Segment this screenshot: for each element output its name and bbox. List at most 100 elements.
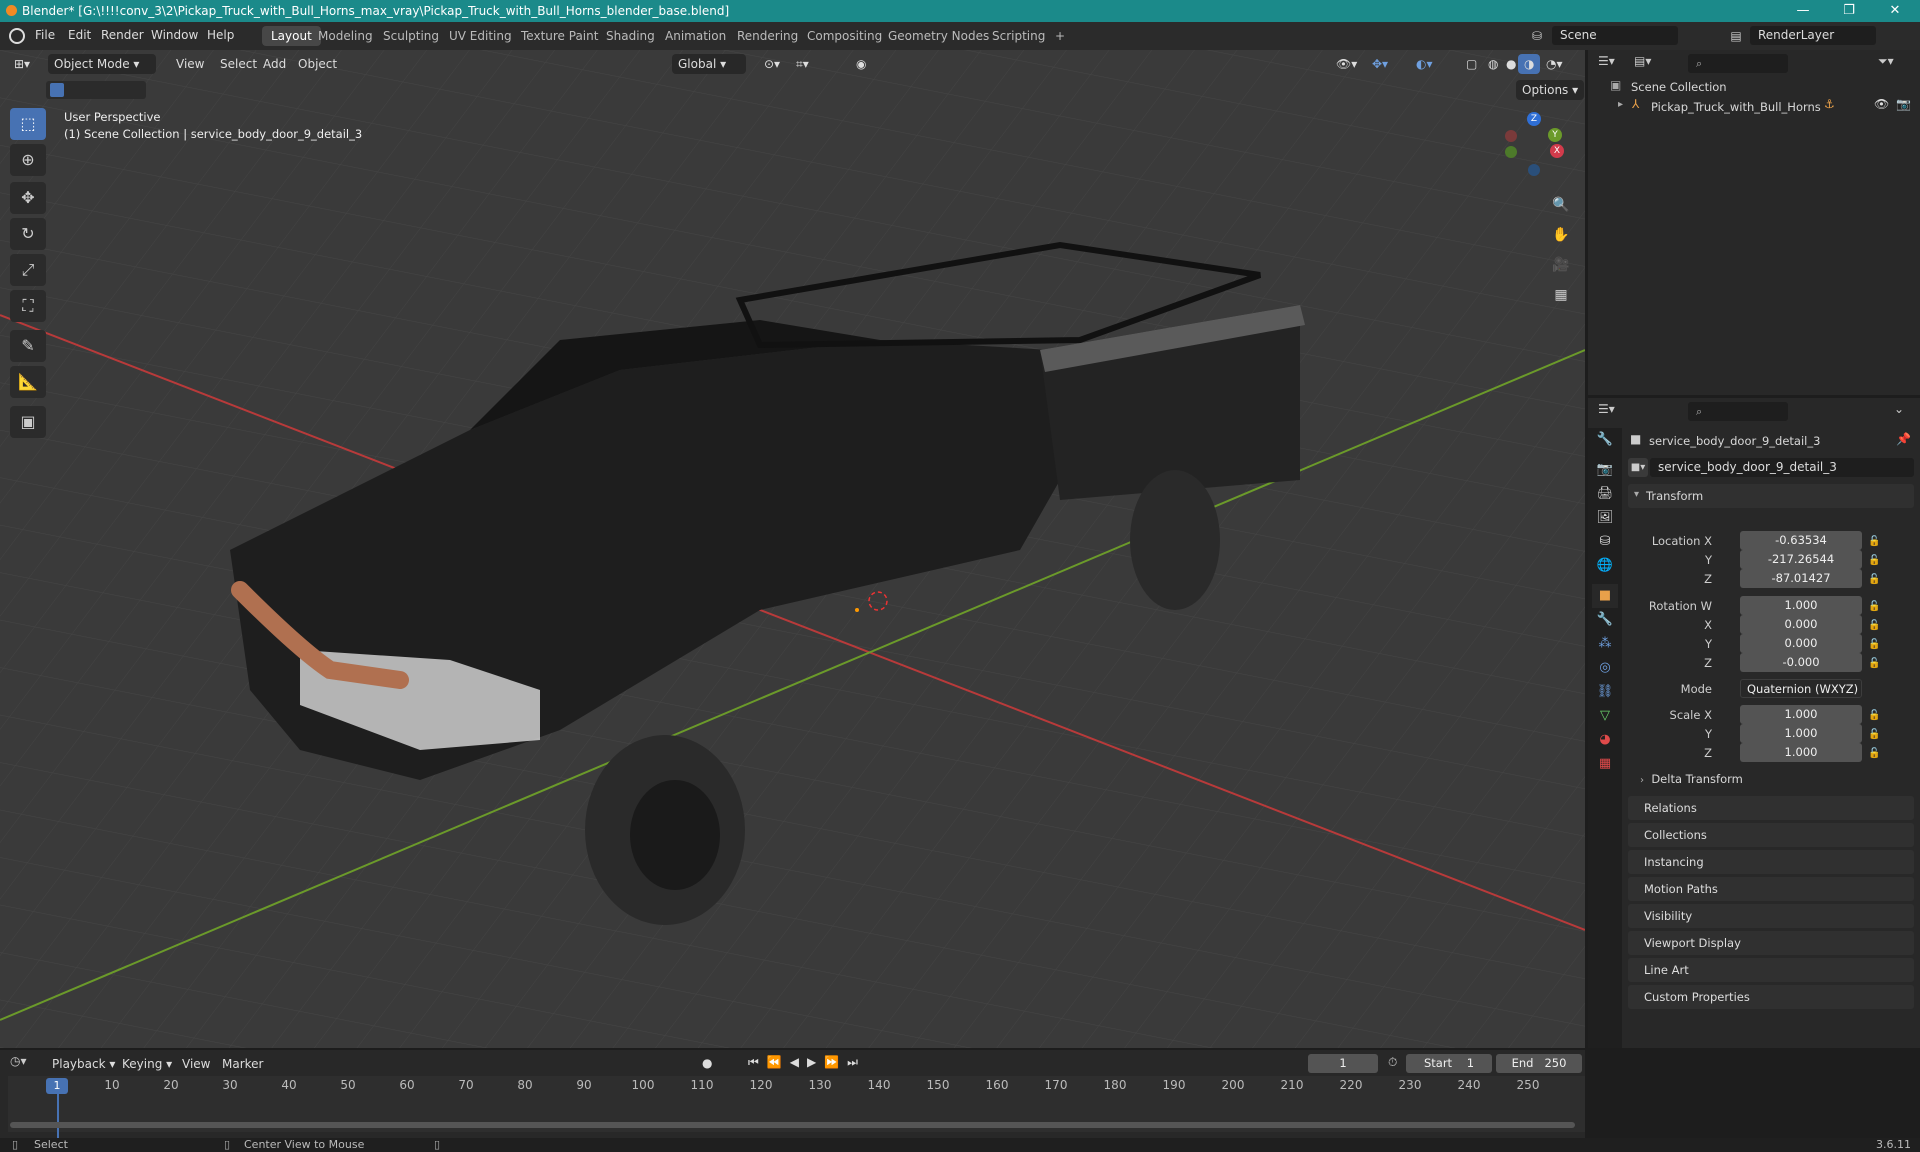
gizmo-z[interactable]: Z: [1527, 112, 1541, 126]
camera-icon[interactable]: 🎥: [1548, 252, 1574, 278]
select-new-icon[interactable]: [50, 83, 64, 97]
collections-section[interactable]: Collections: [1628, 823, 1914, 847]
menu-help[interactable]: Help: [207, 28, 234, 42]
scale-x-field[interactable]: 1.000: [1740, 705, 1862, 724]
grid-perspective-icon[interactable]: ▦: [1548, 282, 1574, 308]
add-workspace-button[interactable]: +: [1046, 26, 1074, 46]
render-camera-icon[interactable]: 📷: [1896, 97, 1911, 111]
gizmo-neg-x[interactable]: [1505, 130, 1517, 142]
tab-scripting[interactable]: Scripting: [983, 26, 1054, 46]
constraints-tab-icon[interactable]: ⛓: [1592, 680, 1618, 704]
menu-object[interactable]: Object: [292, 54, 343, 74]
gizmo-neg-z[interactable]: [1528, 164, 1540, 176]
location-y-field[interactable]: -217.26544: [1740, 550, 1862, 569]
tab-compositing[interactable]: Compositing: [798, 26, 891, 46]
gizmo-toggle-icon[interactable]: ✥▾: [1366, 54, 1394, 74]
transform-tool[interactable]: ⛶: [10, 290, 46, 322]
output-tab-icon[interactable]: 🖨: [1592, 482, 1618, 506]
measure-tool[interactable]: 📐: [10, 366, 46, 398]
custom-properties-section[interactable]: Custom Properties: [1628, 985, 1914, 1009]
delta-transform-subpanel[interactable]: › Delta Transform: [1640, 768, 1914, 790]
line-art-section[interactable]: Line Art: [1628, 958, 1914, 982]
minimize-button[interactable]: —: [1780, 0, 1826, 22]
motion-paths-section[interactable]: Motion Paths: [1628, 877, 1914, 901]
proportional-icon[interactable]: ◉: [850, 54, 872, 74]
maximize-button[interactable]: ❐: [1826, 0, 1872, 22]
blender-menu-icon[interactable]: [9, 28, 25, 44]
transform-header[interactable]: ▾ Transform: [1628, 484, 1914, 508]
tab-animation[interactable]: Animation: [656, 26, 735, 46]
object-tab-icon[interactable]: ■: [1592, 584, 1618, 608]
rotation-x-field[interactable]: 0.000: [1740, 615, 1862, 634]
rotation-z-field[interactable]: -0.000: [1740, 653, 1862, 672]
visibility-section[interactable]: Visibility: [1628, 904, 1914, 928]
scene-tab-icon[interactable]: ⛁: [1592, 530, 1618, 554]
mode-selector[interactable]: Object Mode ▾: [48, 54, 156, 74]
tab-geometry-nodes[interactable]: Geometry Nodes: [879, 26, 998, 46]
playback-controls[interactable]: ⏮⏪◀▶⏩⏭: [748, 1055, 866, 1070]
tab-modeling[interactable]: Modeling: [309, 26, 382, 46]
snap-icon[interactable]: ⌗▾: [790, 54, 815, 74]
viewport-display-section[interactable]: Viewport Display: [1628, 931, 1914, 955]
menu-view[interactable]: View: [170, 54, 210, 74]
view-layer-icon[interactable]: ▤: [1726, 26, 1746, 46]
tab-uv-editing[interactable]: UV Editing: [440, 26, 521, 46]
3d-viewport[interactable]: ⊞▾ Object Mode ▾ View Select Add Object …: [0, 50, 1585, 1048]
gizmo-y[interactable]: Y: [1548, 128, 1562, 142]
menu-add[interactable]: Add: [257, 54, 292, 74]
modifier-tab-icon[interactable]: 🔧: [1592, 608, 1618, 632]
select-mode-group[interactable]: [46, 81, 146, 99]
shading-material-icon[interactable]: ◑: [1518, 54, 1541, 74]
select-box-tool[interactable]: ⬚: [10, 108, 46, 140]
tab-shading[interactable]: Shading: [597, 26, 664, 46]
menu-window[interactable]: Window: [151, 28, 198, 42]
rotation-w-field[interactable]: 1.000: [1740, 596, 1862, 615]
location-z-field[interactable]: -87.01427: [1740, 569, 1862, 588]
properties-search-input[interactable]: ⌕: [1688, 402, 1788, 421]
pivot-icon[interactable]: ⊙▾: [758, 54, 786, 74]
scale-y-field[interactable]: 1.000: [1740, 724, 1862, 743]
view-layer-tab-icon[interactable]: 🖼: [1592, 506, 1618, 530]
scale-tool[interactable]: ⤢: [10, 254, 46, 286]
tab-texture-paint[interactable]: Texture Paint: [512, 26, 607, 46]
annotate-tool[interactable]: ✎: [10, 330, 46, 362]
pin-icon[interactable]: 📌: [1896, 432, 1911, 446]
object-type-icon[interactable]: ■▾: [1628, 458, 1648, 477]
visibility-icon[interactable]: 👁▾: [1330, 54, 1363, 74]
close-button[interactable]: ✕: [1872, 0, 1918, 22]
tool-tab-icon[interactable]: 🔧: [1592, 428, 1618, 452]
view-layer-selector[interactable]: RenderLayer: [1750, 26, 1876, 45]
current-frame-field[interactable]: 1: [1308, 1054, 1378, 1073]
add-cube-tool[interactable]: ▣: [10, 406, 46, 438]
options-dropdown[interactable]: Options ▾: [1516, 80, 1585, 100]
overlay-toggle-icon[interactable]: ◐▾: [1410, 54, 1439, 74]
lock-icon[interactable]: 🔓 🔓 🔓: [1868, 532, 1880, 589]
properties-editor-icon[interactable]: ☰▾: [1598, 402, 1615, 416]
menu-render[interactable]: Render: [101, 28, 144, 42]
rotate-tool[interactable]: ↻: [10, 218, 46, 250]
texture-tab-icon[interactable]: ▦: [1592, 752, 1618, 776]
orientation-selector[interactable]: Global ▾: [672, 54, 746, 74]
timeline-editor-icon[interactable]: ◷▾: [10, 1054, 27, 1068]
gizmo-neg-y[interactable]: [1505, 146, 1517, 158]
relations-section[interactable]: Relations: [1628, 796, 1914, 820]
menu-keying[interactable]: Keying ▾: [116, 1054, 178, 1074]
modifier-icon[interactable]: ⚓: [1824, 97, 1835, 111]
record-icon[interactable]: ●: [702, 1056, 712, 1070]
location-x-field[interactable]: -0.63534: [1740, 531, 1862, 550]
filter-icon[interactable]: ⏷▾: [1878, 54, 1894, 69]
expand-arrow-icon[interactable]: ▸: [1618, 99, 1623, 110]
menu-select[interactable]: Select: [214, 54, 263, 74]
scale-lock-icon[interactable]: 🔓 🔓 🔓: [1868, 706, 1880, 763]
rotation-mode-dropdown[interactable]: Quaternion (WXYZ): [1740, 679, 1862, 698]
editor-type-icon[interactable]: ⊞▾: [8, 54, 36, 74]
tab-sculpting[interactable]: Sculpting: [374, 26, 448, 46]
material-tab-icon[interactable]: ◕: [1592, 728, 1618, 752]
timeline-scrollbar[interactable]: [10, 1122, 1575, 1128]
pan-hand-icon[interactable]: ✋: [1548, 222, 1574, 248]
data-tab-icon[interactable]: ▽: [1592, 704, 1618, 728]
start-frame-field[interactable]: Start 1: [1406, 1054, 1492, 1073]
world-tab-icon[interactable]: 🌐: [1592, 554, 1618, 578]
physics-tab-icon[interactable]: ◎: [1592, 656, 1618, 680]
object-name-field[interactable]: service_body_door_9_detail_3: [1650, 458, 1914, 477]
